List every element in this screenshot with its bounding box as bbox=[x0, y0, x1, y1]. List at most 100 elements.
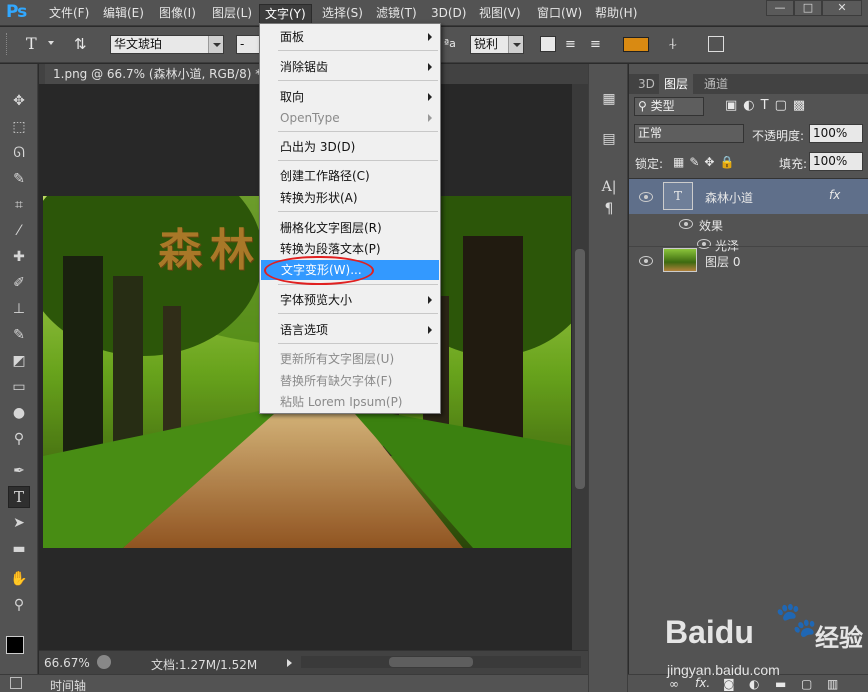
submenu-arrow-icon bbox=[428, 93, 432, 101]
menu-item-orientation[interactable]: 取向 bbox=[260, 87, 440, 107]
zoom-level[interactable]: 66.67% bbox=[44, 656, 90, 670]
font-style-select[interactable]: - bbox=[236, 35, 260, 54]
visibility-eye-icon[interactable] bbox=[639, 192, 653, 202]
lock-icons[interactable]: ▦✎✥🔒 bbox=[673, 155, 739, 169]
tab-channels[interactable]: 通道 bbox=[699, 74, 733, 94]
foreground-color-swatch[interactable] bbox=[6, 636, 24, 654]
lasso-tool-icon[interactable]: ᘏ bbox=[8, 142, 30, 164]
menu-view[interactable]: 视图(V) bbox=[474, 4, 526, 23]
layer-row-text[interactable]: T 森林小道 fx bbox=[629, 178, 868, 214]
menu-window[interactable]: 窗口(W) bbox=[532, 4, 587, 23]
opacity-input[interactable]: 100% bbox=[809, 124, 863, 143]
text-layer-thumbnail-icon: T bbox=[663, 182, 693, 210]
zoom-tool-icon[interactable]: ⚲ bbox=[8, 594, 30, 616]
menu-item-create-work-path[interactable]: 创建工作路径(C) bbox=[260, 166, 440, 186]
quick-select-tool-icon[interactable]: ✎ bbox=[8, 168, 30, 190]
menu-item-font-preview-size[interactable]: 字体预览大小 bbox=[260, 290, 440, 310]
type-tool-icon[interactable]: T bbox=[8, 486, 30, 508]
dodge-tool-icon[interactable]: ⚲ bbox=[8, 428, 30, 450]
path-select-tool-icon[interactable]: ➤ bbox=[8, 512, 30, 534]
healing-brush-tool-icon[interactable]: ✚ bbox=[8, 246, 30, 268]
horizontal-scroll-thumb[interactable] bbox=[389, 657, 473, 667]
horizontal-scrollbar[interactable] bbox=[301, 656, 581, 668]
align-right-icon[interactable]: ≡ bbox=[590, 37, 601, 52]
status-info-icon[interactable] bbox=[97, 655, 111, 669]
menu-item-label: 替换所有缺欠字体(F) bbox=[280, 374, 393, 388]
font-family-select[interactable]: 华文琥珀 bbox=[110, 35, 224, 54]
history-brush-tool-icon[interactable]: ✎ bbox=[8, 324, 30, 346]
menu-edit[interactable]: 编辑(E) bbox=[98, 4, 149, 23]
crop-tool-icon[interactable]: ⌗ bbox=[8, 194, 30, 216]
status-menu-arrow-icon[interactable] bbox=[287, 659, 292, 667]
vertical-scroll-thumb[interactable] bbox=[575, 249, 585, 489]
menu-type[interactable]: 文字(Y) bbox=[259, 4, 312, 23]
toggle-orientation-icon[interactable]: ⇅ bbox=[74, 35, 87, 53]
close-button[interactable]: ✕ bbox=[822, 0, 862, 16]
layer-filter-icons[interactable]: ▣◐T▢▩ bbox=[725, 98, 811, 113]
timeline-icon[interactable] bbox=[10, 677, 22, 689]
clone-stamp-tool-icon[interactable]: ⊥ bbox=[8, 298, 30, 320]
document-tab[interactable]: 1.png @ 66.7% (森林小道, RGB/8) * × bbox=[45, 64, 290, 84]
layer-filter-select[interactable]: ⚲ 类型 bbox=[634, 97, 704, 116]
menu-item-panel[interactable]: 面板 bbox=[260, 27, 440, 47]
restore-button[interactable]: □ bbox=[794, 0, 822, 16]
menu-item-replace-missing-fonts: 替换所有缺欠字体(F) bbox=[260, 371, 440, 391]
type-tool-preset-icon[interactable]: T bbox=[26, 34, 37, 53]
pen-tool-icon[interactable]: ✒ bbox=[8, 460, 30, 482]
submenu-arrow-icon bbox=[428, 326, 432, 334]
text-color-swatch[interactable] bbox=[623, 37, 649, 52]
menu-item-rasterize-type[interactable]: 栅格化文字图层(R) bbox=[260, 218, 440, 238]
preset-dropdown-icon[interactable] bbox=[48, 41, 54, 45]
layer-name-image[interactable]: 图层 0 bbox=[705, 253, 740, 270]
grip-handle[interactable] bbox=[6, 33, 12, 55]
character-panel-icon[interactable] bbox=[708, 36, 724, 52]
marquee-tool-icon[interactable]: ⬚ bbox=[8, 116, 30, 138]
align-center-icon[interactable]: ≡ bbox=[565, 37, 576, 52]
move-tool-icon[interactable]: ✥ bbox=[8, 90, 30, 112]
timeline-label[interactable]: 时间轴 bbox=[50, 677, 86, 692]
tab-layers[interactable]: 图层 bbox=[659, 74, 694, 94]
layers-panel-tabs: 3D 图层 通道 bbox=[629, 74, 868, 94]
eraser-tool-icon[interactable]: ◩ bbox=[8, 350, 30, 372]
lock-label: 锁定: bbox=[635, 157, 664, 171]
visibility-eye-icon[interactable] bbox=[639, 256, 653, 266]
brush-tool-icon[interactable]: ✐ bbox=[8, 272, 30, 294]
blur-tool-icon[interactable]: ● bbox=[8, 402, 30, 424]
menu-3d[interactable]: 3D(D) bbox=[426, 4, 471, 23]
menu-item-antialias[interactable]: 消除锯齿 bbox=[260, 57, 440, 77]
menu-item-label: 凸出为 3D(D) bbox=[280, 140, 356, 154]
vertical-scrollbar[interactable] bbox=[572, 84, 588, 650]
menu-separator bbox=[278, 211, 438, 212]
font-family-value: 华文琥珀 bbox=[114, 37, 163, 51]
menu-item-convert-to-paragraph[interactable]: 转换为段落文本(P) bbox=[260, 239, 440, 259]
menu-item-language-options[interactable]: 语言选项 bbox=[260, 320, 440, 340]
menu-file[interactable]: 文件(F) bbox=[44, 4, 94, 23]
fill-input[interactable]: 100% bbox=[809, 152, 863, 171]
visibility-eye-icon[interactable] bbox=[679, 219, 693, 229]
menu-layer[interactable]: 图层(L) bbox=[207, 4, 257, 23]
character-panel-icon[interactable]: A| bbox=[597, 176, 621, 198]
align-left-icon[interactable] bbox=[540, 36, 556, 52]
paragraph-panel-icon[interactable]: ¶ bbox=[597, 198, 621, 220]
gradient-tool-icon[interactable]: ▭ bbox=[8, 376, 30, 398]
layer-row-image[interactable]: 图层 0 bbox=[629, 246, 868, 274]
menu-select[interactable]: 选择(S) bbox=[317, 4, 368, 23]
histogram-panel-icon[interactable]: ▦ bbox=[597, 88, 621, 110]
history-panel-icon[interactable]: ▤ bbox=[597, 128, 621, 150]
menu-help[interactable]: 帮助(H) bbox=[590, 4, 642, 23]
hand-tool-icon[interactable]: ✋ bbox=[8, 568, 30, 590]
antialias-select[interactable]: 锐利 bbox=[470, 35, 524, 54]
fx-badge-icon[interactable]: fx bbox=[829, 188, 840, 202]
menu-filter[interactable]: 滤镜(T) bbox=[371, 4, 422, 23]
menu-item-convert-to-shape[interactable]: 转换为形状(A) bbox=[260, 188, 440, 208]
rectangle-tool-icon[interactable]: ▬ bbox=[8, 538, 30, 560]
effects-row[interactable]: 效果 bbox=[629, 214, 868, 234]
layer-name-text[interactable]: 森林小道 bbox=[705, 189, 753, 206]
menu-image[interactable]: 图像(I) bbox=[154, 4, 201, 23]
eyedropper-tool-icon[interactable]: ⁄ bbox=[8, 220, 30, 242]
menu-item-extrude-3d[interactable]: 凸出为 3D(D) bbox=[260, 137, 440, 157]
tab-3d[interactable]: 3D bbox=[633, 74, 660, 94]
blend-mode-select[interactable]: 正常 bbox=[634, 124, 744, 143]
minimize-button[interactable]: — bbox=[766, 0, 794, 16]
warp-text-icon[interactable]: ⍭ bbox=[668, 34, 678, 54]
